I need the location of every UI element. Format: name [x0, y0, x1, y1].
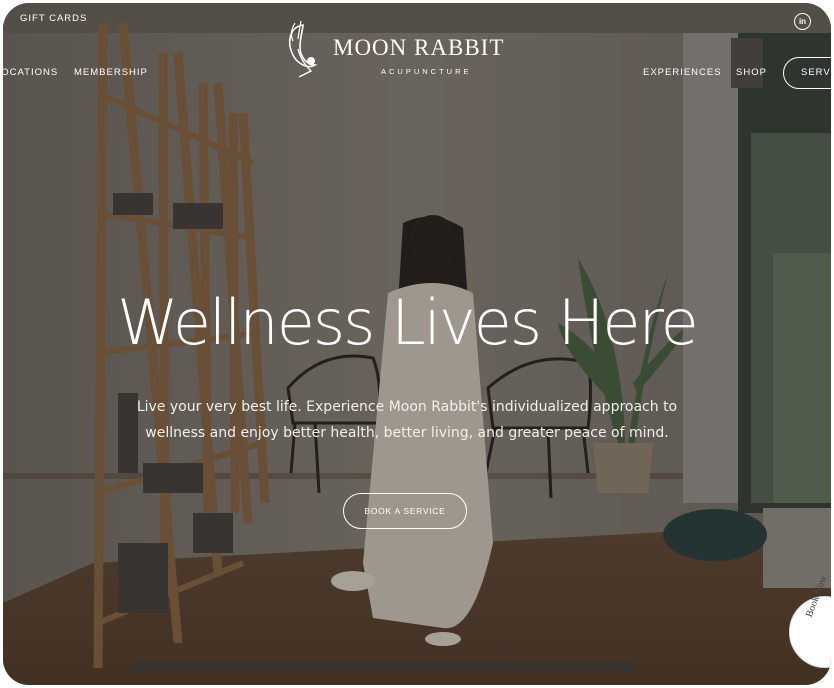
logo-subtitle: ACUPUNCTURE — [381, 67, 472, 76]
logo-name: MOON RABBIT — [333, 35, 505, 60]
hero-subtext: Live your very best life. Experience Moo… — [136, 399, 678, 441]
nav-experiences[interactable]: EXPERIENCES — [643, 67, 722, 78]
nav-shop[interactable]: SHOP — [736, 67, 767, 78]
hero-headline: Wellness Lives Here — [117, 286, 699, 359]
services-button[interactable]: SERVICES — [783, 57, 831, 89]
book-a-service-button[interactable]: BOOK A SERVICE — [343, 493, 467, 529]
services-button-label: SERVICES — [801, 67, 831, 78]
nav-gift-cards[interactable]: GIFT CARDS — [20, 13, 87, 24]
nav-membership[interactable]: MEMBERSHIP — [74, 67, 148, 78]
hero-frame: GIFT CARDS LOCATIONS MEMBERSHIP EXPERIEN… — [3, 3, 831, 685]
linkedin-icon[interactable]: in — [794, 13, 811, 30]
nav-locations[interactable]: LOCATIONS — [3, 67, 58, 78]
moon-rabbit-logo-icon — [288, 20, 318, 78]
brand-logo[interactable]: MOON RABBIT ACUPUNCTURE — [281, 19, 531, 83]
